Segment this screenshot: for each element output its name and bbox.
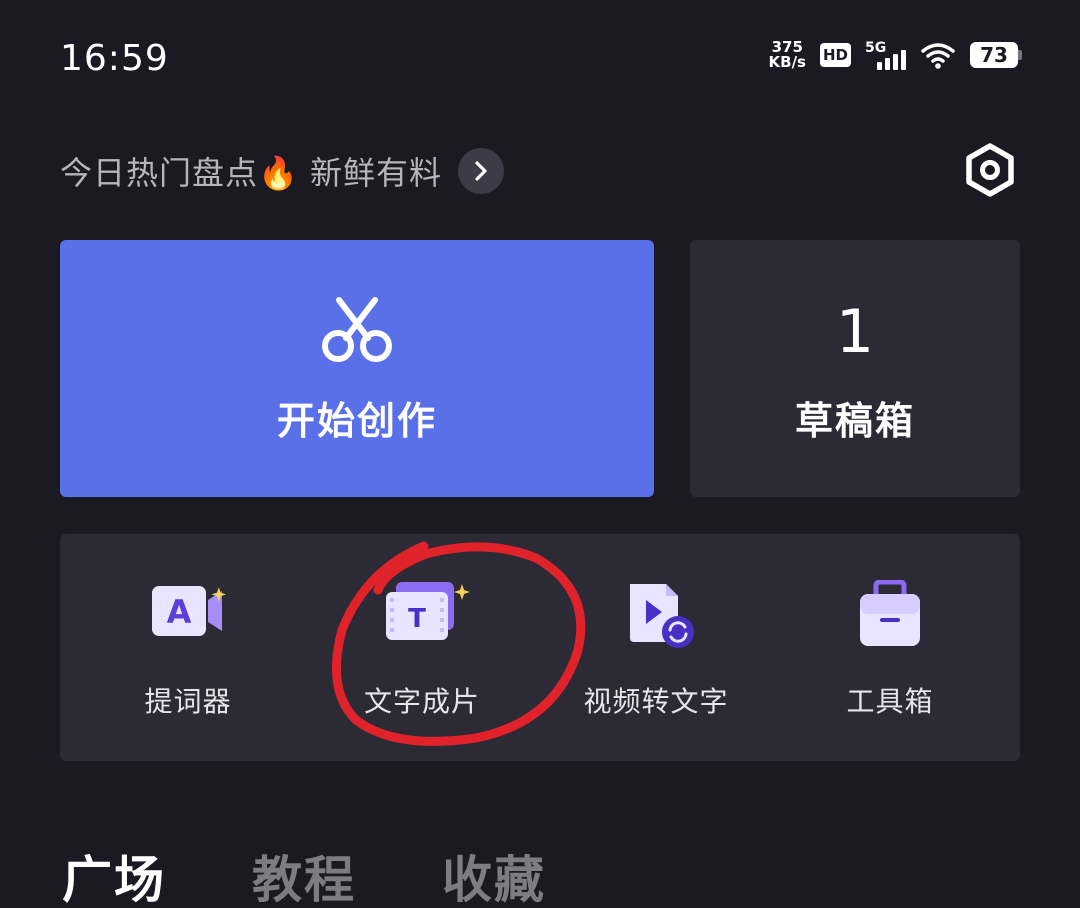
scissors-icon bbox=[322, 297, 392, 362]
battery-level: 73 bbox=[970, 42, 1018, 68]
tool-teleprompter-label: 提词器 bbox=[144, 685, 232, 718]
network-speed-unit: KB/s bbox=[768, 53, 806, 71]
svg-text:T: T bbox=[408, 604, 426, 634]
chevron-right-icon[interactable] bbox=[458, 148, 505, 194]
tools-panel: A 提词器 T 文字成片 视频转文字 工具箱 bbox=[60, 534, 1020, 761]
trending-banner-text: 今日热门盘点🔥 新鲜有料 bbox=[60, 154, 443, 192]
tool-toolbox[interactable]: 工具箱 bbox=[790, 580, 990, 720]
tool-text-to-video[interactable]: T 文字成片 bbox=[322, 580, 522, 720]
tool-toolbox-label: 工具箱 bbox=[846, 685, 934, 718]
video-to-text-icon bbox=[630, 584, 694, 648]
network-speed: 375 KB/s bbox=[769, 40, 806, 70]
cellular-signal-icon: 5G bbox=[865, 40, 906, 70]
tool-teleprompter[interactable]: A 提词器 bbox=[88, 580, 288, 720]
trending-banner[interactable]: 今日热门盘点🔥 新鲜有料 bbox=[60, 148, 505, 194]
network-type: 5G bbox=[865, 40, 887, 56]
toolbox-icon bbox=[860, 580, 920, 646]
tab-tutorials[interactable]: 教程 bbox=[252, 840, 356, 908]
teleprompter-icon: A bbox=[152, 586, 226, 636]
drafts-label: 草稿箱 bbox=[794, 399, 915, 443]
settings-hexagon-icon[interactable] bbox=[964, 142, 1016, 198]
battery-icon: 73 bbox=[970, 42, 1022, 68]
content-tabs: 广场 教程 收藏 bbox=[62, 840, 546, 908]
tab-favorites[interactable]: 收藏 bbox=[442, 840, 546, 908]
svg-text:A: A bbox=[167, 593, 192, 631]
start-creating-button[interactable]: 开始创作 bbox=[60, 240, 654, 497]
status-time: 16:59 bbox=[60, 38, 169, 79]
tool-text-to-video-label: 文字成片 bbox=[363, 685, 480, 718]
text-to-video-icon: T bbox=[386, 582, 470, 640]
status-icons: 375 KB/s HD 5G 73 bbox=[769, 40, 1022, 70]
drafts-button[interactable]: 1 草稿箱 bbox=[690, 240, 1020, 497]
start-creating-label: 开始创作 bbox=[276, 399, 437, 443]
drafts-count: 1 bbox=[835, 297, 875, 367]
tab-plaza[interactable]: 广场 bbox=[62, 840, 166, 908]
app-home-screen: 16:59 375 KB/s HD 5G 73 今日热门盘点🔥 新鲜有料 开始创… bbox=[0, 0, 1080, 908]
tool-video-to-text-label: 视频转文字 bbox=[583, 685, 729, 718]
hd-icon: HD bbox=[819, 43, 851, 67]
tool-video-to-text[interactable]: 视频转文字 bbox=[556, 580, 756, 720]
wifi-icon bbox=[921, 43, 955, 69]
